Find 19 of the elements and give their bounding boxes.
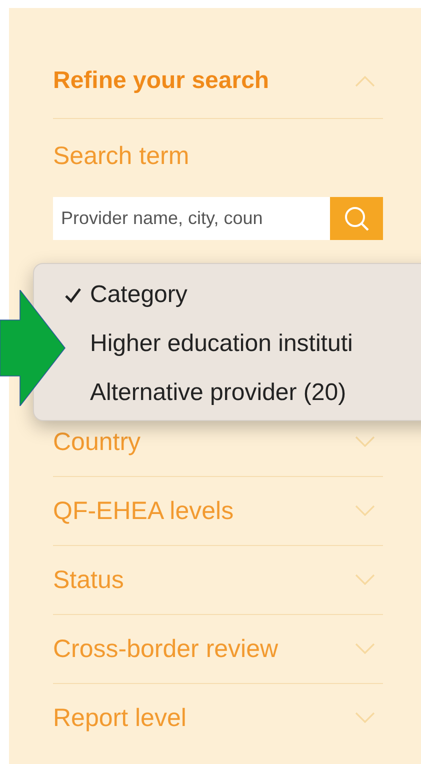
filter-label[interactable]: Cross-border review — [53, 634, 278, 664]
filter-label[interactable]: Report level — [53, 704, 186, 732]
filter-label[interactable]: QF-EHEA levels — [53, 496, 234, 526]
search-button[interactable] — [330, 197, 383, 240]
chevron-up-icon[interactable] — [355, 75, 375, 87]
search-field[interactable]: Provider name, city, coun — [53, 197, 330, 240]
menu-option[interactable]: Category — [90, 280, 188, 308]
filter-label[interactable]: Country — [53, 428, 141, 456]
chevron-down-icon[interactable] — [355, 574, 375, 586]
panel-title[interactable]: Refine your search — [53, 66, 270, 96]
menu-option[interactable]: Alternative provider (20) — [90, 378, 346, 406]
filter-label[interactable]: Status — [53, 566, 124, 594]
chevron-down-icon[interactable] — [355, 712, 375, 724]
search-label: Search term — [53, 141, 190, 171]
chevron-down-icon[interactable] — [355, 505, 375, 517]
chevron-down-icon[interactable] — [355, 436, 375, 448]
menu-option[interactable]: Higher education instituti — [90, 330, 353, 358]
search-icon — [344, 206, 370, 232]
chevron-down-icon[interactable] — [355, 643, 375, 655]
